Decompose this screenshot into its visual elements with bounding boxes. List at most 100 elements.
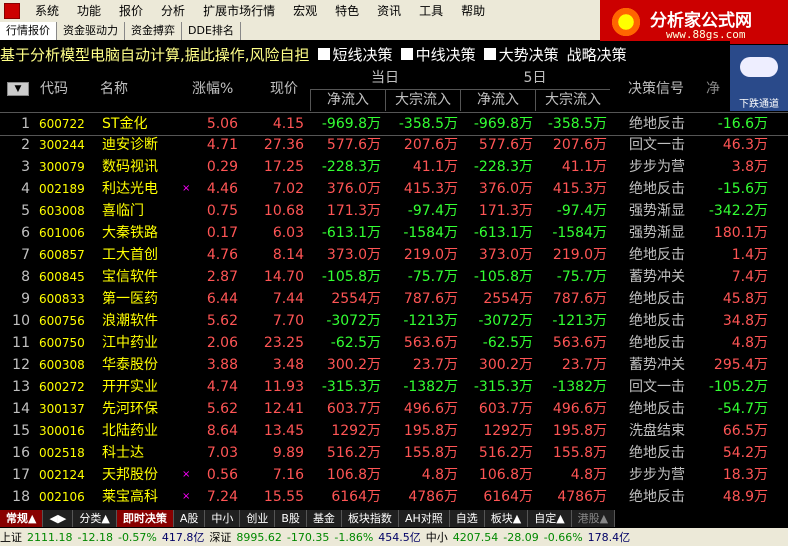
btab-gem[interactable]: 创业 bbox=[240, 510, 276, 527]
btab-hk[interactable]: 港股▲ bbox=[571, 510, 616, 527]
btab-normal[interactable]: 常规▲ bbox=[0, 510, 44, 527]
menu-extended-market[interactable]: 扩展市场行情 bbox=[194, 0, 284, 22]
table-row[interactable]: 1 600722 ST金化 5.06 4.15 -969.8万 -358.5万 -969.8万… bbox=[0, 112, 788, 136]
last-netflow: -54.7万 bbox=[717, 401, 768, 417]
5day-netflow: 2554万 bbox=[483, 291, 533, 307]
header-name[interactable]: 名称 bbox=[100, 67, 128, 111]
today-bigflow: 219.0万 bbox=[403, 247, 458, 263]
table-row[interactable]: 3 300079 数码视讯 0.29 17.25 -228.3万 41.1万 -228.3万 4… bbox=[0, 156, 788, 178]
zx-change: -28.09 bbox=[503, 530, 539, 544]
btab-sector-index[interactable]: 板块指数 bbox=[341, 510, 399, 527]
menu-analysis[interactable]: 分析 bbox=[152, 0, 194, 22]
header-last[interactable]: 净 bbox=[706, 67, 720, 111]
btab-watchlist[interactable]: 自选 bbox=[449, 510, 485, 527]
decision-signal: 强势渐显 bbox=[629, 225, 685, 241]
table-row[interactable]: 7 600857 工大首创 4.76 8.14 373.0万 219.0万 373.0万 219… bbox=[0, 244, 788, 266]
table-row[interactable]: 18 002106 莱宝高科 × 7.24 15.55 6164万 4786万 6164万 478… bbox=[0, 486, 788, 508]
header-today-netflow[interactable]: 净流入 bbox=[310, 89, 385, 111]
today-netflow: 1292万 bbox=[331, 423, 381, 439]
btab-custom[interactable]: 自定▲ bbox=[528, 510, 572, 527]
header-today-bigflow[interactable]: 大宗流入 bbox=[385, 89, 460, 111]
tab-capital-drive[interactable]: 资金驱动力 bbox=[57, 22, 125, 40]
decision-signal: 回文一击 bbox=[629, 379, 685, 395]
checkbox-icon bbox=[317, 48, 330, 60]
stock-code: 300079 bbox=[39, 160, 85, 174]
stock-code: 603008 bbox=[39, 204, 85, 218]
btab-category[interactable]: 分类▲ bbox=[73, 510, 117, 527]
stock-name: 利达光电 bbox=[102, 181, 158, 197]
option-mid-term[interactable]: 中线决策 bbox=[400, 44, 476, 65]
header-change[interactable]: 涨幅% bbox=[192, 67, 233, 111]
menu-system[interactable]: 系统 bbox=[26, 0, 68, 22]
tab-capital-game[interactable]: 资金搏弈 bbox=[125, 22, 182, 40]
header-5day-netflow[interactable]: 净流入 bbox=[460, 89, 535, 111]
stock-name: 天邦股份 bbox=[102, 467, 158, 483]
table-row[interactable]: 16 002518 科士达 7.03 9.89 516.2万 155.8万 516.2万 155… bbox=[0, 442, 788, 464]
menu-help[interactable]: 帮助 bbox=[452, 0, 494, 22]
table-row[interactable]: 15 300016 北陆药业 8.64 13.45 1292万 195.8万 1292万 195… bbox=[0, 420, 788, 442]
today-netflow: 300.2万 bbox=[326, 357, 381, 373]
btab-sme[interactable]: 中小 bbox=[205, 510, 241, 527]
menu-function[interactable]: 功能 bbox=[68, 0, 110, 22]
market-weather-widget[interactable]: 下跌通道 bbox=[730, 45, 788, 111]
btab-b-share[interactable]: B股 bbox=[275, 510, 307, 527]
option-short-term[interactable]: 短线决策 bbox=[317, 44, 393, 65]
btab-a-share[interactable]: A股 bbox=[173, 510, 206, 527]
header-code[interactable]: 代码 bbox=[40, 67, 68, 111]
stock-code: 002124 bbox=[39, 468, 85, 482]
menu-macro[interactable]: 宏观 bbox=[284, 0, 326, 22]
current-price: 17.25 bbox=[263, 159, 304, 175]
table-row[interactable]: 6 601006 大秦铁路 0.17 6.03 -613.1万 -1584万 -613.1万 -… bbox=[0, 222, 788, 244]
table-row[interactable]: 13 600272 开开实业 4.74 11.93 -315.3万 -1382万 -315.3… bbox=[0, 376, 788, 398]
header-signal[interactable]: 决策信号 bbox=[628, 67, 684, 111]
btab-sector[interactable]: 板块▲ bbox=[484, 510, 529, 527]
today-netflow: 516.2万 bbox=[326, 445, 381, 461]
table-row[interactable]: 2 300244 迪安诊断 4.71 27.36 577.6万 207.6万 577.6万 20… bbox=[0, 134, 788, 156]
table-row[interactable]: 14 300137 先河环保 5.62 12.41 603.7万 496.6万 603.7万 4… bbox=[0, 398, 788, 420]
header-5day-bigflow[interactable]: 大宗流入 bbox=[535, 89, 610, 111]
header-price[interactable]: 现价 bbox=[270, 67, 298, 111]
table-row[interactable]: 5 603008 喜临门 0.75 10.68 171.3万 -97.4万 171.3万 -97… bbox=[0, 200, 788, 222]
today-netflow: -3072万 bbox=[326, 313, 381, 329]
table-row[interactable]: 8 600845 宝信软件 2.87 14.70 -105.8万 -75.7万 -105.8万… bbox=[0, 266, 788, 288]
change-percent: 0.29 bbox=[206, 159, 238, 175]
zx-percent: -0.66% bbox=[543, 530, 583, 544]
last-netflow: -16.6万 bbox=[717, 116, 768, 132]
menu-quote[interactable]: 报价 bbox=[110, 0, 152, 22]
menu-tools[interactable]: 工具 bbox=[410, 0, 452, 22]
logo-url: www.88gs.com bbox=[666, 28, 746, 41]
decision-signal: 洗盘结束 bbox=[629, 423, 685, 439]
btab-fund[interactable]: 基金 bbox=[306, 510, 342, 527]
site-logo[interactable]: 分析家公式网 www.88gs.com bbox=[600, 0, 788, 44]
btab-arrows[interactable]: ◀▶ bbox=[43, 510, 74, 527]
menu-info[interactable]: 资讯 bbox=[368, 0, 410, 22]
stock-name: 北陆药业 bbox=[102, 423, 158, 439]
5day-bigflow: -1382万 bbox=[552, 379, 607, 395]
btab-ah[interactable]: AH对照 bbox=[398, 510, 450, 527]
current-price: 11.93 bbox=[263, 379, 304, 395]
today-netflow: 376.0万 bbox=[326, 181, 381, 197]
sort-dropdown-icon[interactable]: ▼ bbox=[7, 82, 29, 96]
stock-name: 迪安诊断 bbox=[102, 137, 158, 153]
option-strategic[interactable]: 战略决策 bbox=[567, 44, 627, 65]
table-row[interactable]: 4 002189 利达光电 × 4.46 7.02 376.0万 415.3万 376.0万 41… bbox=[0, 178, 788, 200]
table-row[interactable]: 10 600756 浪潮软件 5.62 7.70 -3072万 -1213万 -3072万 -1… bbox=[0, 310, 788, 332]
table-row[interactable]: 12 600308 华泰股份 3.88 3.48 300.2万 23.7万 300.2万 23.… bbox=[0, 354, 788, 376]
5day-bigflow: 4786万 bbox=[557, 489, 607, 505]
row-number: 7 bbox=[21, 247, 30, 263]
table-row[interactable]: 11 600750 江中药业 2.06 23.25 -62.5万 563.6万 -62.5万 5… bbox=[0, 332, 788, 354]
decision-signal: 绝地反击 bbox=[629, 489, 685, 505]
decision-signal: 绝地反击 bbox=[629, 401, 685, 417]
tab-quote[interactable]: 行情报价 bbox=[0, 22, 57, 40]
today-bigflow: -75.7万 bbox=[407, 269, 458, 285]
table-row[interactable]: 17 002124 天邦股份 × 0.56 7.16 106.8万 4.8万 106.8万 4.8… bbox=[0, 464, 788, 486]
stock-code: 600272 bbox=[39, 380, 85, 394]
last-netflow: 46.3万 bbox=[722, 137, 768, 153]
option-market[interactable]: 大势决策 bbox=[483, 44, 559, 65]
menu-features[interactable]: 特色 bbox=[326, 0, 368, 22]
btab-realtime-decision[interactable]: 即时决策 bbox=[116, 510, 174, 527]
today-netflow: 373.0万 bbox=[326, 247, 381, 263]
row-number: 6 bbox=[21, 225, 30, 241]
table-row[interactable]: 9 600833 第一医药 6.44 7.44 2554万 787.6万 2554万 787.6… bbox=[0, 288, 788, 310]
tab-dde-rank[interactable]: DDE排名 bbox=[182, 22, 241, 40]
